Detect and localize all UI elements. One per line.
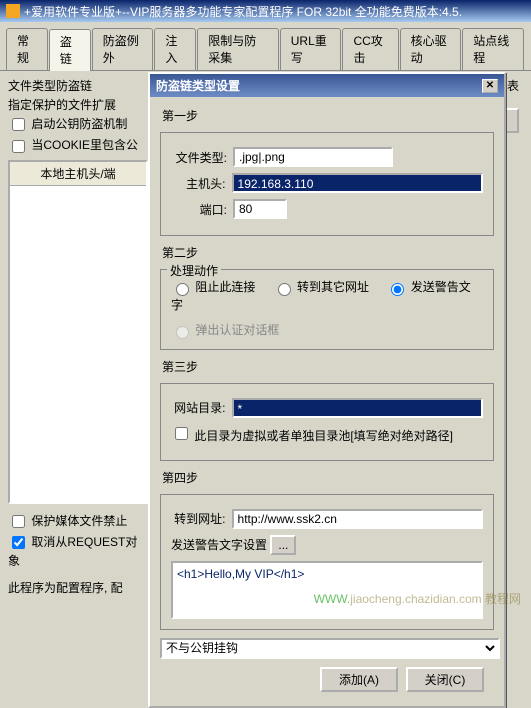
cb-cookie[interactable]: 当COOKIE里包含公 xyxy=(8,138,138,152)
tab-general[interactable]: 常规 xyxy=(6,28,48,70)
step1-label: 第一步 xyxy=(162,107,494,124)
step3-label: 第三步 xyxy=(162,358,494,375)
tab-threads[interactable]: 站点线程 xyxy=(462,28,524,70)
step4-label: 第四步 xyxy=(162,469,494,486)
tab-cc[interactable]: CC攻击 xyxy=(342,28,398,70)
tab-urlrewrite[interactable]: URL重写 xyxy=(280,28,342,70)
radio-redirect[interactable]: 转到其它网址 xyxy=(273,280,369,294)
port-label: 端口: xyxy=(171,201,227,218)
left-heading-2: 指定保护的文件扩展 xyxy=(8,96,148,113)
port-input[interactable] xyxy=(233,199,287,219)
close-icon[interactable]: ✕ xyxy=(482,79,498,93)
host-list[interactable]: 本地主机头/端 xyxy=(8,160,148,504)
redirect-input[interactable] xyxy=(232,509,483,529)
main-tabs: 常规 盗链 防盗例外 注入 限制与防采集 URL重写 CC攻击 核心驱动 站点线… xyxy=(0,22,531,71)
host-label: 主机头: xyxy=(171,175,226,192)
radio-block[interactable]: 阻止此连接 xyxy=(171,280,255,294)
app-icon xyxy=(6,4,20,18)
window-title: +爱用软件专业版+--VIP服务器多功能专家配置程序 FOR 32bit 全功能… xyxy=(24,3,525,20)
close-button[interactable]: 关闭(C) xyxy=(406,667,484,692)
cb-pubkey[interactable]: 启动公钥防盗机制 xyxy=(8,117,127,131)
cb-request[interactable]: 取消从REQUEST对象 xyxy=(8,535,137,568)
tab-limit[interactable]: 限制与防采集 xyxy=(197,28,279,70)
dir-input[interactable]: * xyxy=(232,398,483,418)
left-heading-1: 文件类型防盗链 xyxy=(8,77,148,94)
main-titlebar: +爱用软件专业版+--VIP服务器多功能专家配置程序 FOR 32bit 全功能… xyxy=(0,0,531,22)
redirect-label: 转到网址: xyxy=(171,510,226,527)
left-panel: 文件类型防盗链 指定保护的文件扩展 启动公钥防盗机制 当COOKIE里包含公 本… xyxy=(8,77,148,571)
step2-label: 第二步 xyxy=(162,244,494,261)
dialog-titlebar[interactable]: 防盗链类型设置 ✕ xyxy=(150,74,504,97)
step3-group: 网站目录: * 此目录为虚拟或者单独目录池[填写绝对绝对路径] xyxy=(160,383,494,461)
warntext-box[interactable]: <h1>Hello,My VIP</h1> xyxy=(171,561,483,619)
host-list-header: 本地主机头/端 xyxy=(10,162,146,186)
antileech-dialog: 防盗链类型设置 ✕ 第一步 文件类型: 主机头: 192.168.3.110 端… xyxy=(148,72,506,708)
filetype-label: 文件类型: xyxy=(171,149,227,166)
cb-media[interactable]: 保护媒体文件禁止 xyxy=(8,514,127,528)
tab-antileech[interactable]: 盗链 xyxy=(49,29,91,71)
add-button[interactable]: 添加(A) xyxy=(320,667,398,692)
action-group: 处理动作 阻止此连接 转到其它网址 发送警告文字 弹出认证对话框 xyxy=(160,269,494,350)
radio-authdlg: 弹出认证对话框 xyxy=(171,323,279,337)
step4-group: 转到网址: 发送警告文字设置 ... <h1>Hello,My VIP</h1> xyxy=(160,494,494,630)
pubkey-combo[interactable]: 不与公钥挂钩 xyxy=(160,638,500,659)
dir-label: 网站目录: xyxy=(171,399,226,416)
cb-virtual[interactable]: 此目录为虚拟或者单独目录池[填写绝对绝对路径] xyxy=(171,424,453,444)
step1-group: 文件类型: 主机头: 192.168.3.110 端口: xyxy=(160,132,494,236)
warntext-label: 发送警告文字设置 xyxy=(171,536,267,553)
tab-inject[interactable]: 注入 xyxy=(154,28,196,70)
action-legend: 处理动作 xyxy=(167,262,221,279)
warntext-browse-button[interactable]: ... xyxy=(270,535,296,555)
tab-exception[interactable]: 防盗例外 xyxy=(92,28,154,70)
filetype-input[interactable] xyxy=(233,147,393,167)
tab-core[interactable]: 核心驱动 xyxy=(400,28,462,70)
dialog-title: 防盗链类型设置 xyxy=(156,77,482,94)
host-input[interactable]: 192.168.3.110 xyxy=(232,173,483,193)
